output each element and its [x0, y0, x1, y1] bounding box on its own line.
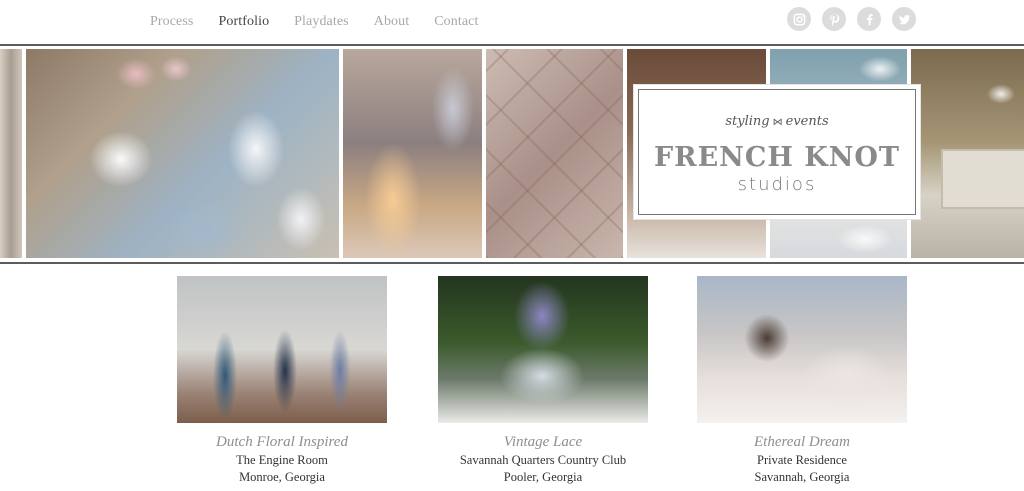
- nav-item-process[interactable]: Process: [150, 14, 193, 30]
- pinterest-icon[interactable]: [822, 7, 846, 31]
- portfolio-location: Pooler, Georgia: [503, 470, 583, 484]
- hero-banner: styling ⋈ events FRENCH KNOT studios: [0, 49, 1024, 258]
- nav-item-portfolio[interactable]: Portfolio: [218, 14, 269, 30]
- decor-plate: [941, 149, 1024, 209]
- portfolio-location: Monroe, Georgia: [239, 470, 325, 484]
- banner-photo-plate: [911, 49, 1024, 258]
- logo-subtitle: studios: [737, 174, 817, 195]
- portfolio-photo-bride-reclining[interactable]: [697, 276, 907, 423]
- portfolio-venue: Private Residence: [757, 453, 847, 467]
- nav-links: Process Portfolio Playdates About Contac…: [150, 14, 503, 30]
- banner-photo-edge: [0, 49, 22, 258]
- logo-script-right: events: [785, 114, 829, 129]
- banner-photo-tin-ceiling: [486, 49, 623, 258]
- portfolio-photo-veil-couple[interactable]: [438, 276, 648, 423]
- top-divider: [0, 44, 1024, 46]
- logo-frame: styling ⋈ events FRENCH KNOT studios: [638, 89, 916, 215]
- nav-item-playdates[interactable]: Playdates: [294, 14, 349, 30]
- portfolio-title[interactable]: Dutch Floral Inspired: [177, 433, 387, 452]
- bow-tie-icon: ⋈: [772, 117, 783, 128]
- instagram-icon[interactable]: [787, 7, 811, 31]
- portfolio-caption: Dutch Floral Inspired The Engine Room Mo…: [177, 433, 387, 486]
- top-navigation: Process Portfolio Playdates About Contac…: [0, 0, 1024, 44]
- portfolio-card[interactable]: Vintage Lace Savannah Quarters Country C…: [438, 276, 648, 486]
- twitter-icon[interactable]: [892, 7, 916, 31]
- portfolio-location: Savannah, Georgia: [754, 470, 850, 484]
- bottom-divider: [0, 262, 1024, 264]
- logo-script: styling ⋈ events: [639, 114, 915, 129]
- banner-photo-flowers: [26, 49, 339, 258]
- portfolio-photo-bridal-party[interactable]: [177, 276, 387, 423]
- portfolio-card[interactable]: Dutch Floral Inspired The Engine Room Mo…: [177, 276, 387, 486]
- social-links: [787, 7, 916, 31]
- brand-logo: styling ⋈ events FRENCH KNOT studios: [634, 85, 920, 219]
- portfolio-caption: Ethereal Dream Private Residence Savanna…: [697, 433, 907, 486]
- nav-item-about[interactable]: About: [374, 14, 410, 30]
- facebook-icon[interactable]: [857, 7, 881, 31]
- nav-item-contact[interactable]: Contact: [434, 14, 478, 30]
- banner-photo-lights: [343, 49, 482, 258]
- logo-script-left: styling: [725, 114, 770, 129]
- portfolio-venue: Savannah Quarters Country Club: [459, 453, 627, 467]
- portfolio-title[interactable]: Ethereal Dream: [697, 433, 907, 452]
- portfolio-venue: The Engine Room: [236, 453, 328, 467]
- portfolio-caption: Vintage Lace Savannah Quarters Country C…: [438, 433, 648, 486]
- portfolio-card[interactable]: Ethereal Dream Private Residence Savanna…: [697, 276, 907, 486]
- logo-title: FRENCH KNOT: [653, 142, 901, 173]
- portfolio-title[interactable]: Vintage Lace: [438, 433, 648, 452]
